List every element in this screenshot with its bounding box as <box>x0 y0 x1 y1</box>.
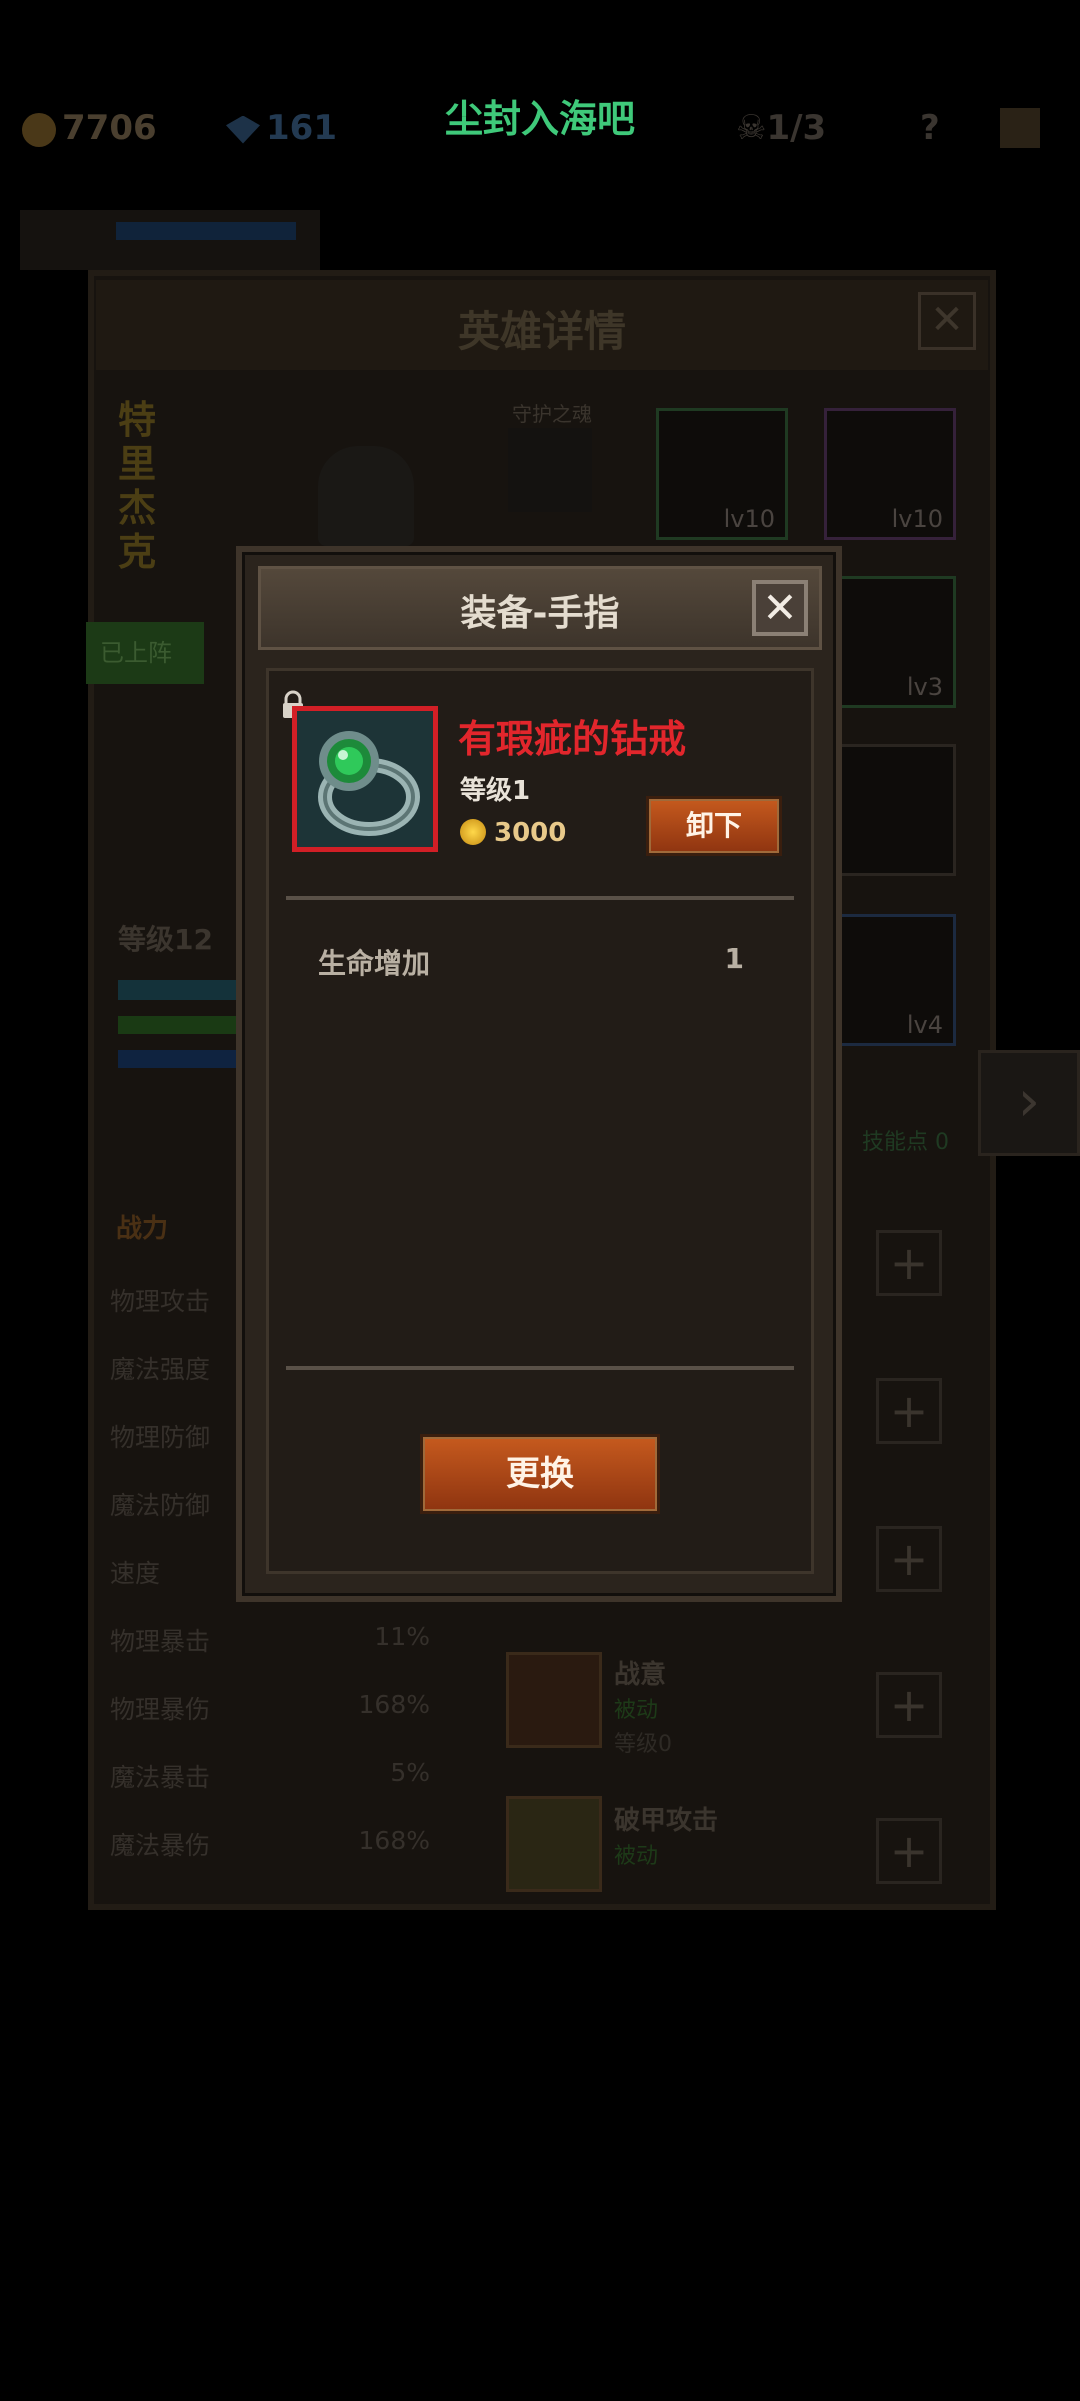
stat-row: 物理暴击 11% <box>110 1622 430 1656</box>
exp-bar <box>118 1016 236 1034</box>
gem-counter: 161 <box>226 108 337 148</box>
item-price-value: 3000 <box>494 818 567 848</box>
equipment-slot-head[interactable]: lv10 <box>656 408 788 540</box>
equipment-level: lv3 <box>906 673 943 701</box>
mana-bar <box>118 1050 236 1068</box>
skill-level: 等级0 <box>614 1732 672 1757</box>
item-name: 有瑕疵的钻戒 <box>458 717 687 761</box>
skill-armor-break-icon <box>506 1796 602 1892</box>
equipment-modal-title: 装备-手指 <box>460 593 620 634</box>
equipment-slot-shield[interactable]: lv4 <box>824 914 956 1046</box>
skill-type: 被动 <box>614 1844 659 1869</box>
skill-points: 技能点 0 <box>862 1130 949 1155</box>
guardian-label: 守护之魂 <box>512 402 592 426</box>
hero-level: 等级12 <box>118 923 213 956</box>
hero-strip <box>20 210 320 270</box>
skull-icon: ☠ <box>736 108 767 148</box>
stat-row: 物理暴伤 168% <box>110 1690 430 1724</box>
top-title: 尘封入海吧 <box>444 97 635 141</box>
gold-counter: 7706 <box>22 108 157 148</box>
equipment-level: lv10 <box>891 505 943 533</box>
equipment-level: lv10 <box>723 505 775 533</box>
equipment-slot-hand[interactable]: lv3 <box>824 576 956 708</box>
hero-name: 特里杰克 <box>118 398 157 574</box>
skill-battle-will-icon <box>506 1652 602 1748</box>
help-button[interactable]: ? <box>920 108 940 148</box>
equipment-level: lv4 <box>906 1011 943 1039</box>
coin-icon <box>460 819 486 845</box>
stat-row: 魔法暴击 5% <box>110 1758 430 1792</box>
close-button[interactable]: ✕ <box>752 580 808 636</box>
attribute-name: 生命增加 <box>318 947 431 980</box>
skill-add-button[interactable]: + <box>876 1378 942 1444</box>
stat-row: 魔法暴伤 168% <box>110 1826 430 1860</box>
gem-value: 161 <box>266 108 337 148</box>
hero-portrait <box>318 446 414 546</box>
stats-header: 战力 <box>116 1214 169 1244</box>
skill-name: 破甲攻击 <box>614 1806 719 1836</box>
equipment-slot-empty[interactable] <box>824 744 956 876</box>
skill-name: 战意 <box>614 1660 667 1690</box>
deployed-tag: 已上阵 <box>86 622 204 684</box>
hero-strip-bar <box>116 222 296 240</box>
ring-icon <box>318 731 420 836</box>
skill-add-button[interactable]: + <box>876 1818 942 1884</box>
skill-type: 被动 <box>614 1698 659 1723</box>
skill-add-button[interactable]: + <box>876 1230 942 1296</box>
hp-bar <box>118 980 236 1000</box>
gold-value: 7706 <box>62 108 157 148</box>
skill-add-button[interactable]: + <box>876 1526 942 1592</box>
hero-detail-close-button[interactable]: ✕ <box>918 292 976 350</box>
item-price: 3000 <box>460 818 566 848</box>
equipment-slot-neck[interactable]: lv10 <box>824 408 956 540</box>
settings-icon[interactable] <box>1000 108 1040 148</box>
replace-button[interactable]: 更换 <box>420 1434 660 1514</box>
next-hero-arrow-icon[interactable]: › <box>978 1050 1080 1156</box>
divider <box>286 1366 794 1370</box>
gold-coin-icon <box>22 112 56 147</box>
item-level: 等级1 <box>460 776 531 806</box>
item-icon-frame[interactable] <box>292 706 438 852</box>
lives-counter: ☠1/3 <box>736 108 826 148</box>
attribute-value: 1 <box>724 942 744 975</box>
guardian-slot[interactable] <box>508 428 592 512</box>
unequip-button[interactable]: 卸下 <box>646 796 782 856</box>
divider <box>286 896 794 900</box>
gem-icon <box>226 115 260 144</box>
hero-detail-title: 英雄详情 <box>457 307 626 356</box>
skill-add-button[interactable]: + <box>876 1672 942 1738</box>
lives-value: 1/3 <box>766 108 827 148</box>
